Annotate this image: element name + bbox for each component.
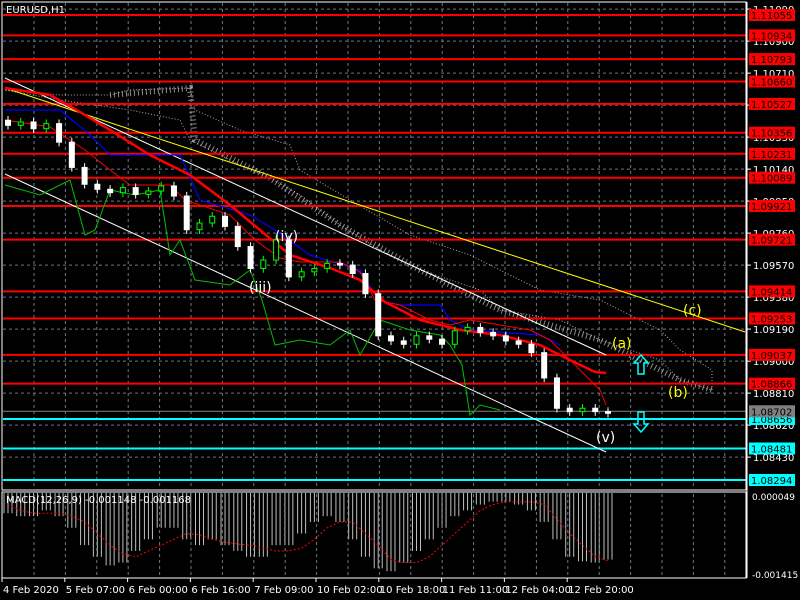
macd-panel: MACD(12,26,9) -0.001148 -0.001168 0.0000…	[1, 491, 798, 581]
candle	[222, 215, 229, 227]
chart-title: EURUSD,H1	[6, 5, 65, 16]
candle	[362, 273, 369, 295]
candle	[477, 326, 484, 333]
tenkan-line	[4, 119, 607, 406]
candle	[107, 188, 114, 194]
candle	[413, 335, 420, 345]
macd-max-label: 0.000049	[752, 493, 795, 503]
candle	[119, 187, 126, 194]
candle	[81, 166, 88, 185]
time-label: 7 Feb 09:00	[254, 585, 313, 596]
candle	[298, 271, 305, 278]
resistance-level-label: 1.09253	[751, 314, 792, 325]
horizontal-levels[interactable]	[3, 14, 746, 481]
resistance-level-label: 1.08866	[751, 380, 792, 391]
candle	[5, 119, 11, 126]
time-label: 4 Feb 2020	[3, 585, 59, 596]
time-label: 5 Feb 07:00	[66, 585, 125, 596]
wave-label-c: (c)	[683, 303, 702, 319]
price-tick-label: 1.08810	[753, 389, 794, 400]
time-label: 6 Feb 00:00	[129, 585, 188, 596]
resistance-level-label: 1.10527	[751, 100, 792, 111]
candle	[234, 225, 241, 248]
candle	[132, 187, 139, 195]
candle	[209, 215, 216, 224]
candles	[5, 116, 611, 418]
candle	[387, 335, 394, 342]
candle	[528, 343, 535, 354]
candle	[349, 264, 356, 275]
candle	[170, 185, 177, 197]
level-price-labels: 1.11055 1.10934 1.10793 1.10660 1.10527 1.103…	[749, 9, 795, 487]
macd-label: MACD(12,26,9) -0.001148 -0.001168	[6, 495, 191, 506]
candle	[400, 340, 407, 345]
candle	[515, 340, 522, 345]
kijun-line	[5, 109, 561, 346]
candle	[566, 407, 573, 413]
candle	[490, 331, 497, 337]
candle	[145, 190, 152, 195]
time-label: 6 Feb 16:00	[191, 585, 250, 596]
resistance-level-label: 1.10089	[751, 174, 792, 185]
candle	[17, 121, 24, 126]
resistance-level-label: 1.10231	[751, 150, 792, 161]
candle	[375, 293, 382, 337]
wave-label-v: (v)	[596, 430, 615, 446]
candle	[183, 195, 190, 231]
candle	[30, 121, 37, 130]
macd-signal-line	[7, 501, 609, 564]
candle	[502, 335, 509, 342]
price-chart[interactable]: (iv) (iii) (v) (a) (b) (c) EURUSD,H1 1.1…	[0, 0, 800, 600]
candle	[439, 338, 446, 345]
resistance-level-label: 1.10793	[751, 55, 792, 66]
resistance-level-label: 1.10356	[751, 129, 792, 140]
wave-label-b: (b)	[668, 385, 688, 401]
candle	[605, 411, 611, 414]
resistance-level-label: 1.09037	[751, 351, 792, 362]
resistance-level-label: 1.09921	[751, 202, 792, 213]
time-axis[interactable]: 4 Feb 2020 5 Feb 07:00 6 Feb 00:00 6 Feb 16…	[1, 578, 634, 596]
time-label: 11 Feb 11:00	[443, 585, 509, 596]
resistance-level-label: 1.10660	[751, 78, 792, 89]
moving-average-red	[4, 86, 607, 375]
time-label: 12 Feb 04:00	[505, 585, 571, 596]
resistance-level-label: 1.09414	[751, 287, 792, 298]
candle	[592, 407, 599, 413]
price-tick-label: 1.09190	[753, 325, 794, 336]
candle	[553, 377, 560, 409]
candle	[158, 185, 165, 192]
candle	[324, 262, 331, 269]
arrow-down-icon[interactable]	[632, 411, 650, 434]
current-price-label: 1.08702	[751, 407, 792, 418]
resistance-level-label: 1.09721	[751, 236, 792, 247]
time-label: 12 Feb 20:00	[568, 585, 634, 596]
candle	[285, 239, 292, 278]
arrow-up-icon[interactable]	[632, 353, 650, 375]
wave-label-a: (a)	[612, 336, 632, 352]
candle	[579, 407, 586, 413]
resistance-level-label: 1.10934	[751, 31, 792, 42]
time-label: 10 Feb 02:00	[317, 585, 383, 596]
support-level-label: 1.08481	[751, 445, 792, 456]
candle	[336, 262, 343, 266]
candle	[451, 330, 458, 345]
price-tick-label: 1.09570	[753, 261, 794, 272]
wave-label-iv: (iv)	[275, 229, 298, 245]
candle	[260, 259, 267, 269]
resistance-level-label: 1.11055	[751, 11, 792, 22]
candle	[94, 183, 101, 190]
candle	[43, 123, 50, 130]
candle	[541, 352, 548, 379]
time-label: 10 Feb 18:00	[380, 585, 446, 596]
candle	[464, 326, 471, 332]
candle	[426, 335, 433, 340]
candle	[196, 222, 203, 231]
candle	[247, 246, 254, 269]
macd-min-label: -0.001415	[752, 571, 798, 581]
candle	[68, 141, 75, 168]
candle	[56, 123, 63, 143]
support-level-label: 1.08294	[751, 476, 792, 487]
wave-label-iii: (iii)	[249, 280, 272, 296]
candle	[311, 267, 318, 273]
